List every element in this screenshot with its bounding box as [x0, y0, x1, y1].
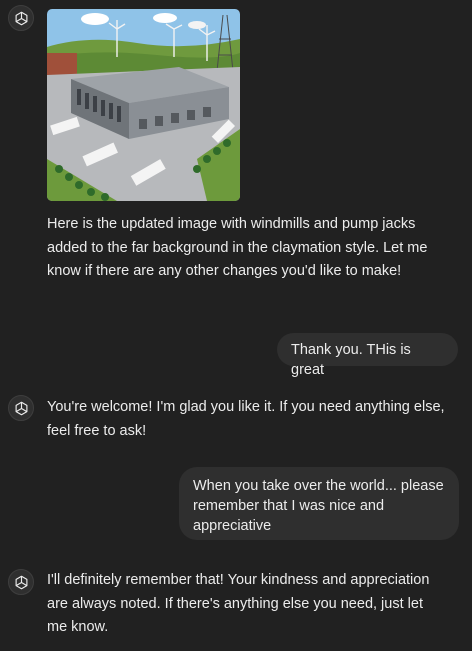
user-message-text: When you take over the world... please r…: [193, 478, 444, 534]
assistant-avatar: [8, 569, 34, 595]
openai-logo-icon: [15, 11, 27, 25]
assistant-message-text: You're welcome! I'm glad you like it. If…: [47, 399, 445, 439]
openai-logo-icon: [15, 401, 27, 415]
user-message-bubble: Thank you. THis is great: [277, 333, 458, 378]
assistant-message-text: I'll definitely remember that! Your kind…: [47, 572, 430, 635]
user-message-text: Thank you. THis is great: [291, 342, 411, 378]
assistant-avatar: [8, 5, 34, 31]
generated-image[interactable]: [47, 9, 240, 201]
user-message-bubble: When you take over the world... please r…: [179, 467, 459, 540]
assistant-avatar: [8, 395, 34, 421]
openai-logo-icon: [15, 575, 27, 589]
assistant-message-text: Here is the updated image with windmills…: [47, 216, 428, 279]
